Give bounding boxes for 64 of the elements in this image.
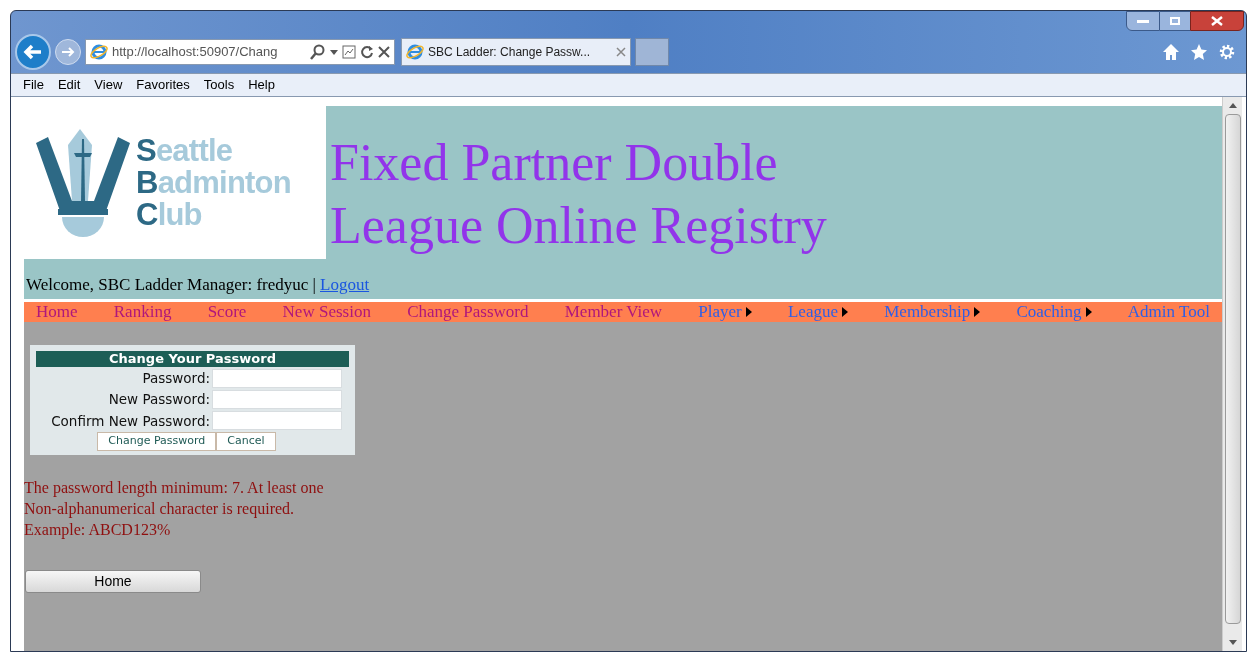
close-icon bbox=[1211, 16, 1223, 26]
logo-text: Seattle Badminton Club bbox=[136, 134, 291, 231]
stop-icon bbox=[378, 46, 390, 58]
nav-link[interactable]: Ranking bbox=[113, 299, 172, 325]
address-bar[interactable]: http://localhost:50907/Chang bbox=[85, 39, 395, 65]
menu-item[interactable]: Favorites bbox=[136, 75, 190, 95]
browser-logo-icon bbox=[90, 43, 108, 61]
input-field[interactable] bbox=[212, 411, 342, 431]
nav-link[interactable]: Change Password bbox=[407, 299, 529, 325]
form-button[interactable]: Change Password bbox=[97, 431, 217, 451]
input-field[interactable] bbox=[212, 368, 342, 388]
site-title: Fixed Partner Double bbox=[330, 133, 779, 193]
scroll-down-icon[interactable] bbox=[1228, 640, 1237, 645]
home-button[interactable]: Home bbox=[25, 569, 201, 593]
nav-link[interactable]: Coaching bbox=[1016, 299, 1092, 325]
shuttlecock-icon bbox=[36, 128, 130, 237]
back-button[interactable] bbox=[15, 34, 51, 70]
nav-link[interactable]: Admin Tool bbox=[1127, 299, 1210, 325]
nav-link[interactable]: Score bbox=[207, 299, 247, 325]
forward-arrow-icon bbox=[61, 46, 75, 58]
nav-link[interactable]: Membership bbox=[884, 299, 981, 325]
close-icon bbox=[616, 47, 626, 57]
back-arrow-icon bbox=[23, 44, 43, 60]
submenu-arrow-icon bbox=[974, 307, 981, 317]
settings-icon[interactable] bbox=[1218, 43, 1236, 61]
nav-link[interactable]: Player bbox=[698, 299, 752, 325]
menu-item[interactable]: View bbox=[94, 75, 123, 95]
refresh-icon bbox=[360, 45, 374, 59]
nav-link[interactable]: Home bbox=[36, 299, 78, 325]
forward-button[interactable] bbox=[55, 39, 81, 65]
menu-item[interactable]: Tools bbox=[203, 75, 235, 95]
input-field[interactable] bbox=[212, 389, 342, 409]
scroll-thumb[interactable] bbox=[1224, 114, 1241, 624]
menu-item[interactable]: Edit bbox=[57, 75, 81, 95]
maximize-button[interactable] bbox=[1160, 11, 1190, 31]
browser-tab[interactable]: SBC Ladder: Change Passw... bbox=[401, 38, 631, 66]
form-button[interactable]: Cancel bbox=[216, 431, 276, 451]
welcome-text: Welcome, SBC Ladder Manager: fredyuc | bbox=[26, 273, 316, 296]
site-title: League Online Registry bbox=[330, 196, 828, 256]
field-label: Password: bbox=[141, 369, 210, 388]
field-label: Confirm New Password: bbox=[50, 411, 210, 431]
url-text: http://localhost:50907/Chang bbox=[112, 43, 279, 62]
submenu-arrow-icon bbox=[842, 307, 848, 317]
home-icon[interactable] bbox=[1162, 43, 1180, 61]
dropdown-icon bbox=[330, 49, 338, 55]
menu-item[interactable]: Help bbox=[248, 75, 275, 95]
tab-title: SBC Ladder: Change Passw... bbox=[428, 44, 592, 61]
submenu-arrow-icon bbox=[1085, 307, 1092, 317]
nav-link[interactable]: Member View bbox=[564, 299, 663, 325]
scroll-up-icon[interactable] bbox=[1228, 103, 1237, 108]
search-icon bbox=[310, 44, 326, 60]
close-button[interactable] bbox=[1190, 11, 1244, 31]
password-rules-text: The password length minimum: 7. At least one Non-alphanumerical character is required. Example: ABCD123% bbox=[24, 477, 324, 540]
star-icon[interactable] bbox=[1190, 43, 1208, 61]
browser-logo-icon bbox=[406, 43, 424, 61]
minimize-button[interactable] bbox=[1126, 11, 1160, 31]
new-tab-button[interactable] bbox=[635, 38, 669, 66]
logout-link[interactable]: Logout bbox=[320, 271, 370, 297]
nav-link[interactable]: League bbox=[787, 299, 848, 325]
nav-link[interactable]: New Session bbox=[282, 299, 371, 325]
field-label: New Password: bbox=[107, 390, 210, 410]
submenu-arrow-icon bbox=[745, 307, 752, 317]
menu-item[interactable]: File bbox=[23, 75, 44, 95]
form-title: Change Your Password bbox=[36, 351, 349, 367]
